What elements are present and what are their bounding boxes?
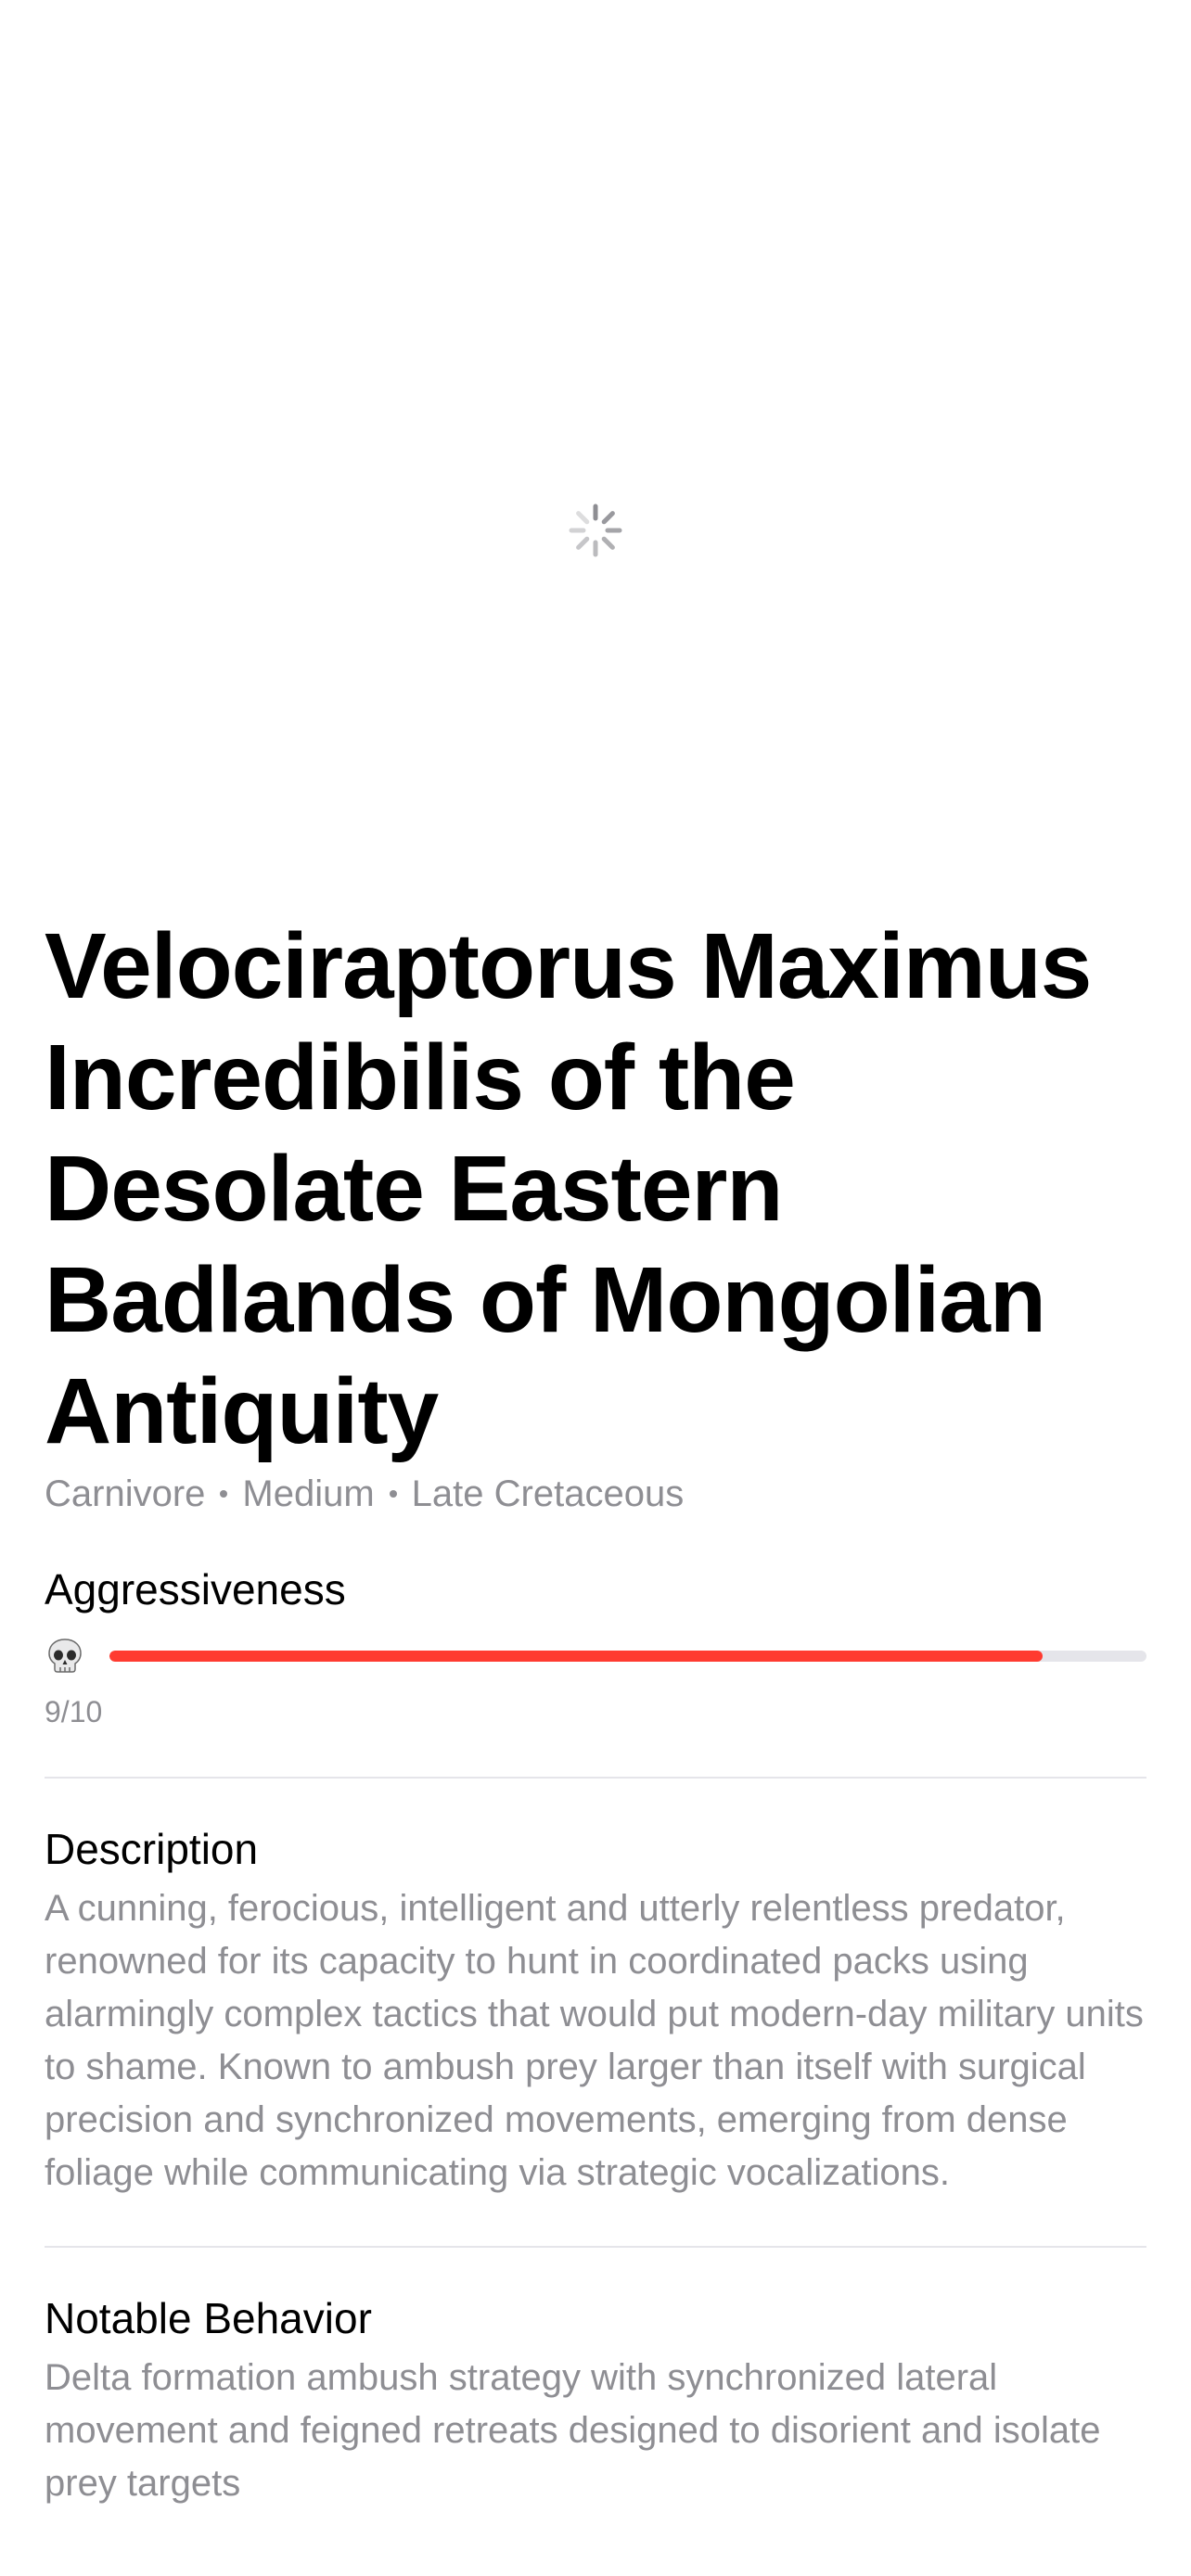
aggressiveness-score: 9/10: [45, 1695, 103, 1728]
section-divider: [45, 1777, 1146, 1779]
notable-behavior-text: Delta formation ambush strategy with syn…: [45, 2357, 1101, 2504]
detail-content: Velociraptorus Maximus Incredibilis of t…: [45, 911, 1146, 2510]
loading-spinner-icon: [569, 504, 622, 557]
aggressiveness-bar-track: [109, 1651, 1146, 1662]
period-label: Late Cretaceous: [411, 1473, 685, 1514]
skull-icon: [48, 1639, 82, 1673]
description-heading: Description: [45, 1825, 259, 1873]
dinosaur-meta-line: Carnivore Medium Late Cretaceous: [45, 1471, 1146, 1517]
separator-dot: [220, 1490, 228, 1498]
aggressiveness-meter: [45, 1636, 1146, 1677]
description-text: A cunning, ferocious, intelligent and ut…: [45, 1888, 1144, 2193]
notable-behavior-heading: Notable Behavior: [45, 2294, 372, 2342]
separator-dot: [389, 1490, 397, 1498]
size-label: Medium: [242, 1473, 375, 1514]
aggressiveness-bar-fill: [109, 1651, 1044, 1662]
aggressiveness-heading: Aggressiveness: [45, 1565, 346, 1613]
hero-image-placeholder: [0, 0, 1191, 890]
dinosaur-name-title: Velociraptorus Maximus Incredibilis of t…: [45, 914, 1092, 1463]
section-divider: [45, 2246, 1146, 2248]
diet-label: Carnivore: [45, 1473, 206, 1514]
